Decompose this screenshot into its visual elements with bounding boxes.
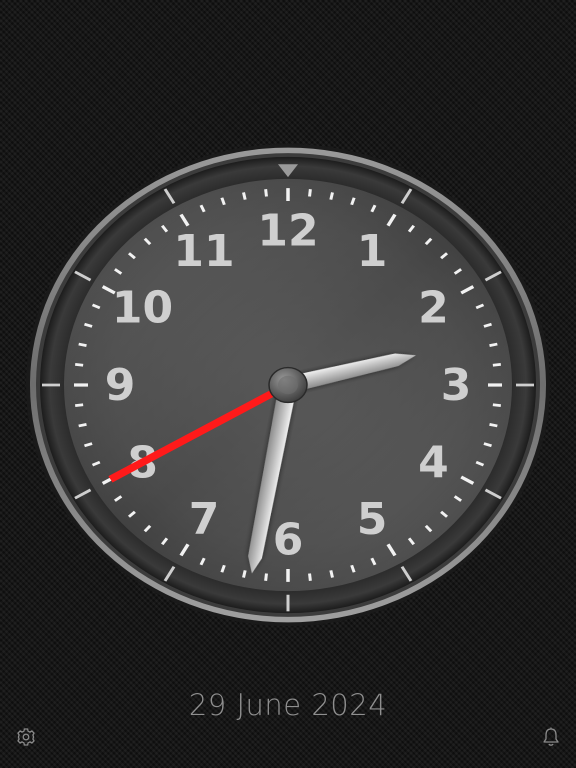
minute-tick: [75, 403, 84, 407]
minute-tick: [489, 423, 498, 428]
alarm-button[interactable]: [540, 726, 562, 748]
minute-tick: [329, 570, 334, 578]
numeral-12: 12: [257, 205, 318, 256]
minute-tick: [75, 363, 84, 367]
date-label: 29 June 2024: [188, 688, 388, 722]
minute-tick: [78, 423, 87, 428]
bell-icon: [543, 727, 559, 746]
minute-tick: [264, 573, 268, 581]
numeral-7: 7: [189, 494, 220, 545]
minute-tick: [264, 189, 268, 197]
gear-icon: [17, 728, 35, 746]
analog-clock: 121234567891011: [0, 0, 576, 768]
numeral-3: 3: [441, 360, 472, 411]
numeral-6: 6: [273, 515, 304, 566]
center-cap-inner: [278, 375, 298, 395]
numeral-10: 10: [112, 283, 173, 334]
minute-tick: [492, 403, 501, 407]
numeral-11: 11: [173, 226, 234, 277]
numeral-9: 9: [105, 360, 136, 411]
minute-tick: [78, 342, 87, 347]
numeral-4: 4: [418, 437, 449, 488]
minute-tick: [489, 342, 498, 347]
minute-tick: [242, 570, 247, 578]
numeral-2: 2: [418, 283, 449, 334]
numeral-5: 5: [357, 494, 388, 545]
numeral-1: 1: [357, 226, 388, 277]
settings-button[interactable]: [15, 726, 37, 748]
minute-tick: [308, 189, 312, 197]
minute-tick: [308, 573, 312, 581]
minute-tick: [492, 363, 501, 367]
minute-tick: [329, 192, 334, 200]
clock-face: 121234567891011: [26, 143, 550, 627]
minute-tick: [242, 192, 247, 200]
